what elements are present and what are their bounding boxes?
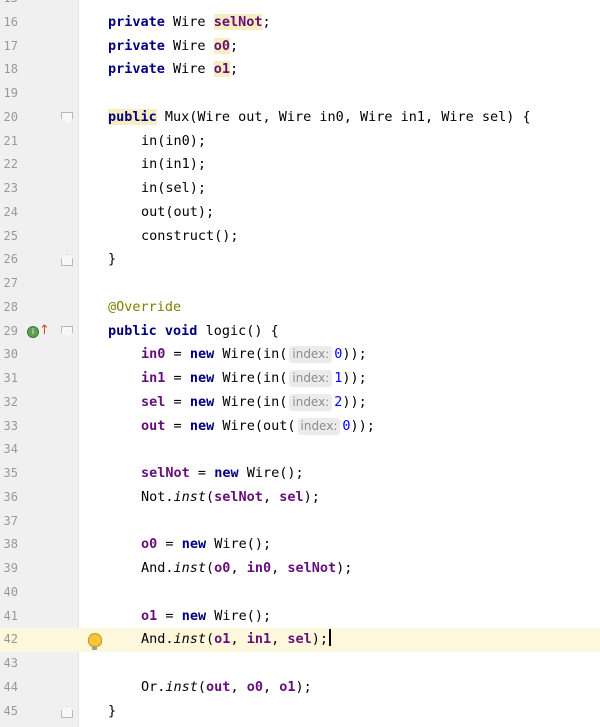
code-text[interactable]: in(in0); (141, 130, 206, 154)
code-line[interactable]: 15 (0, 0, 600, 11)
code-line[interactable]: 44 Or.inst(out, o0, o1); (0, 676, 600, 700)
code-line[interactable]: 20 public Mux(Wire out, Wire in0, Wire i… (0, 106, 600, 130)
code-line[interactable]: 21 in(in0); (0, 130, 600, 154)
fold-collapse-icon[interactable] (61, 112, 73, 123)
line-number: 25 (3, 229, 18, 243)
implements-method-icon[interactable]: i (27, 326, 39, 338)
line-number: 28 (3, 300, 18, 314)
code-text[interactable]: Or.inst(out, o0, o1); (141, 676, 312, 700)
code-text[interactable]: selNot = new Wire(); (141, 462, 304, 486)
code-text[interactable]: in(sel); (141, 177, 206, 201)
code-line[interactable]: 34 (0, 438, 600, 462)
code-text[interactable]: private Wire o1; (108, 58, 238, 82)
line-number: 45 (3, 704, 18, 718)
current-code-line[interactable]: 42 And.inst(o1, in1, sel); (0, 628, 600, 652)
code-text[interactable]: in0 = new Wire(in(index: 0)); (141, 343, 367, 367)
code-text[interactable]: } (108, 248, 116, 272)
overrides-arrow-up-icon[interactable]: ↑ (39, 324, 50, 337)
code-editor[interactable]: 15 16 private Wire selNot; 17 private Wi… (0, 0, 600, 727)
code-text[interactable]: out = new Wire(out(index: 0)); (141, 415, 375, 439)
line-number: 18 (3, 62, 18, 76)
code-text[interactable]: And.inst(o1, in1, sel); (141, 628, 332, 652)
code-line[interactable]: 43 (0, 652, 600, 676)
code-line[interactable]: 45 } (0, 700, 600, 724)
line-number: 27 (3, 276, 18, 290)
code-text[interactable]: @Override (108, 296, 181, 320)
line-number: 42 (3, 632, 18, 646)
code-text[interactable]: sel = new Wire(in(index: 2)); (141, 391, 367, 415)
line-number: 19 (3, 86, 18, 100)
code-line[interactable]: 41 o1 = new Wire(); (0, 605, 600, 629)
line-number: 35 (3, 466, 18, 480)
line-number: 15 (0, 0, 18, 11)
line-number: 17 (3, 39, 18, 53)
code-text[interactable]: And.inst(o0, in0, selNot); (141, 557, 352, 581)
code-line[interactable]: 35 selNot = new Wire(); (0, 462, 600, 486)
code-text[interactable]: } (108, 700, 116, 724)
code-text[interactable]: public void logic() { (108, 320, 279, 344)
line-number: 40 (3, 585, 18, 599)
code-text[interactable]: private Wire o0; (108, 35, 238, 59)
line-number: 22 (3, 157, 18, 171)
line-number: 31 (3, 371, 18, 385)
code-line[interactable]: 30 in0 = new Wire(in(index: 0)); (0, 343, 600, 367)
code-line[interactable]: 31 in1 = new Wire(in(index: 1)); (0, 367, 600, 391)
line-number: 37 (3, 514, 18, 528)
code-line[interactable]: 29 i ↑ public void logic() { (0, 320, 600, 344)
code-line[interactable]: 16 private Wire selNot; (0, 11, 600, 35)
parameter-hint: index: (289, 370, 333, 387)
line-number: 32 (3, 395, 18, 409)
code-line[interactable]: 24 out(out); (0, 201, 600, 225)
line-number: 33 (3, 419, 18, 433)
line-number: 20 (3, 110, 18, 124)
line-number: 36 (3, 490, 18, 504)
code-line[interactable]: 17 private Wire o0; (0, 35, 600, 59)
line-number: 41 (3, 609, 18, 623)
code-line[interactable]: 36 Not.inst(selNot, sel); (0, 486, 600, 510)
code-line[interactable]: 23 in(sel); (0, 177, 600, 201)
code-line[interactable]: 37 (0, 510, 600, 534)
code-line[interactable]: 27 (0, 272, 600, 296)
code-line[interactable]: 19 (0, 82, 600, 106)
line-number: 29 (3, 324, 18, 338)
parameter-hint: index: (289, 346, 333, 363)
code-line[interactable]: 32 sel = new Wire(in(index: 2)); (0, 391, 600, 415)
code-text[interactable]: in1 = new Wire(in(index: 1)); (141, 367, 367, 391)
code-text[interactable]: o1 = new Wire(); (141, 605, 271, 629)
code-text[interactable]: in(in1); (141, 153, 206, 177)
code-text[interactable]: public Mux(Wire out, Wire in0, Wire in1,… (108, 106, 531, 130)
code-line[interactable]: 22 in(in1); (0, 153, 600, 177)
code-text[interactable]: Not.inst(selNot, sel); (141, 486, 320, 510)
line-number: 24 (3, 205, 18, 219)
fold-end-icon[interactable] (61, 254, 73, 266)
code-line[interactable]: 28 @Override (0, 296, 600, 320)
line-number: 26 (3, 252, 18, 266)
line-number: 23 (3, 181, 18, 195)
code-line[interactable]: 25 construct(); (0, 225, 600, 249)
code-line[interactable]: 33 out = new Wire(out(index: 0)); (0, 415, 600, 439)
code-text[interactable]: out(out); (141, 201, 214, 225)
fold-collapse-icon[interactable] (61, 326, 73, 337)
line-number: 21 (3, 134, 18, 148)
code-line[interactable]: 39 And.inst(o0, in0, selNot); (0, 557, 600, 581)
code-line[interactable]: 18 private Wire o1; (0, 58, 600, 82)
fold-end-icon[interactable] (61, 706, 73, 718)
line-number: 30 (3, 347, 18, 361)
line-number: 44 (3, 680, 18, 694)
parameter-hint: index: (289, 394, 333, 411)
lightbulb-intention-icon[interactable] (88, 633, 102, 650)
code-text[interactable]: o0 = new Wire(); (141, 533, 271, 557)
parameter-hint: index: (297, 418, 341, 435)
code-line[interactable]: 26 } (0, 248, 600, 272)
line-number: 16 (3, 15, 18, 29)
line-number: 34 (3, 442, 18, 456)
line-number: 38 (3, 537, 18, 551)
code-line[interactable]: 40 (0, 581, 600, 605)
code-text[interactable]: private Wire selNot; (108, 11, 271, 35)
code-line[interactable]: 38 o0 = new Wire(); (0, 533, 600, 557)
code-text[interactable]: construct(); (141, 225, 239, 249)
line-number: 39 (3, 561, 18, 575)
line-number: 43 (3, 656, 18, 670)
text-caret (329, 629, 332, 646)
